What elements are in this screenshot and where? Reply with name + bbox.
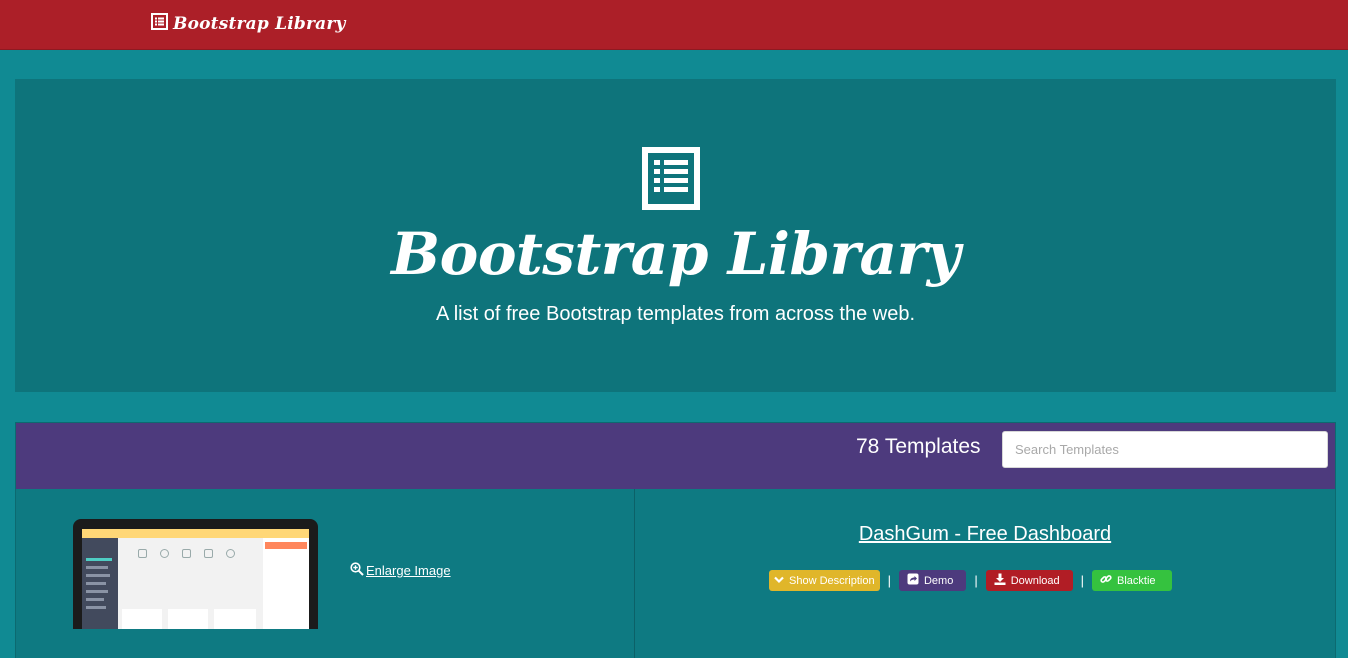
separator: |	[887, 573, 891, 588]
list-icon	[151, 13, 168, 35]
author-link-button[interactable]: Blacktie	[1092, 570, 1172, 591]
enlarge-image-link[interactable]: Enlarge Image	[350, 562, 451, 579]
separator: |	[974, 573, 978, 588]
template-thumbnail[interactable]	[73, 519, 318, 629]
chevron-down-icon	[774, 575, 784, 587]
navbar: Bootstrap Library	[0, 0, 1348, 50]
download-icon	[994, 573, 1006, 588]
brand-link[interactable]: Bootstrap Library	[151, 13, 346, 35]
enlarge-image-label: Enlarge Image	[366, 563, 451, 578]
panel-header: 78 Templates	[16, 423, 1335, 489]
download-button[interactable]: Download	[985, 570, 1073, 591]
template-title-link[interactable]: DashGum - Free Dashboard	[635, 522, 1335, 546]
hero-banner: Bootstrap Library A list of free Bootstr…	[15, 79, 1336, 392]
hero-subtitle: A list of free Bootstrap templates from …	[435, 303, 916, 325]
template-count: 78 Templates	[856, 435, 981, 458]
template-row: Enlarge Image DashGum - Free Dashboard S…	[16, 489, 1335, 658]
hero-title: Bootstrap Library	[391, 220, 960, 288]
list-icon	[642, 147, 700, 210]
template-info-cell: DashGum - Free Dashboard Show Descriptio…	[635, 489, 1335, 658]
show-description-button[interactable]: Show Description	[769, 570, 880, 591]
search-input[interactable]	[1002, 431, 1328, 468]
share-icon	[907, 573, 919, 588]
demo-button[interactable]: Demo	[898, 570, 967, 591]
separator: |	[1080, 573, 1085, 588]
link-icon	[1100, 573, 1112, 588]
zoom-in-icon	[350, 562, 364, 579]
templates-panel: 78 Templates Search Templates Enlarge Im…	[15, 422, 1336, 658]
template-actions: Show Description | Demo | Download | Bla…	[769, 569, 1172, 592]
template-preview-cell: Enlarge Image	[16, 489, 635, 658]
brand-name: Bootstrap Library	[173, 14, 346, 34]
